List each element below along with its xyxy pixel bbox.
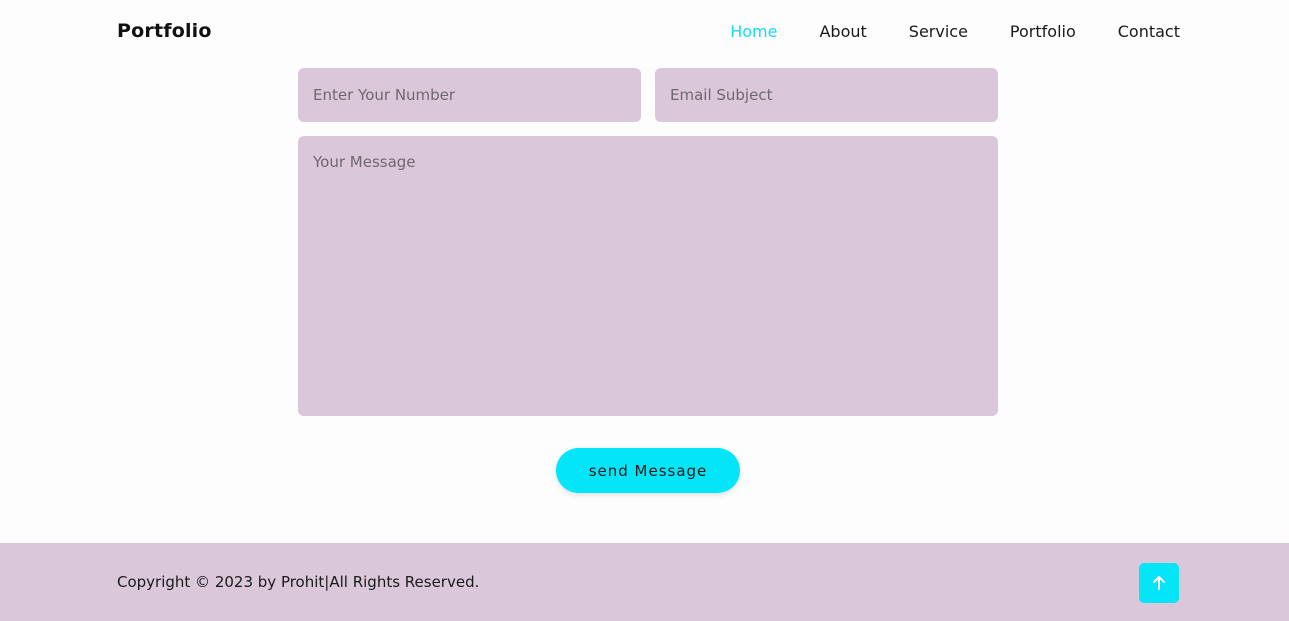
email-subject-input[interactable] bbox=[655, 68, 998, 122]
nav-home[interactable]: Home bbox=[730, 22, 777, 41]
nav-portfolio[interactable]: Portfolio bbox=[1010, 22, 1076, 41]
arrow-up-icon bbox=[1153, 576, 1165, 590]
phone-number-input[interactable] bbox=[298, 68, 641, 122]
message-textarea[interactable] bbox=[298, 136, 998, 416]
site-logo[interactable]: Portfolio bbox=[117, 20, 212, 42]
copyright-text: Copyright © 2023 by Prohit|All Rights Re… bbox=[117, 573, 480, 591]
scroll-to-top-button[interactable] bbox=[1139, 563, 1179, 603]
site-header: Portfolio Home About Service Portfolio C… bbox=[0, 0, 1289, 66]
nav-contact[interactable]: Contact bbox=[1118, 22, 1180, 41]
nav-about[interactable]: About bbox=[819, 22, 866, 41]
site-footer: Copyright © 2023 by Prohit|All Rights Re… bbox=[0, 543, 1289, 621]
send-message-button[interactable]: send Message bbox=[556, 448, 740, 493]
nav-service[interactable]: Service bbox=[909, 22, 968, 41]
main-nav: Home About Service Portfolio Contact bbox=[688, 22, 1180, 41]
